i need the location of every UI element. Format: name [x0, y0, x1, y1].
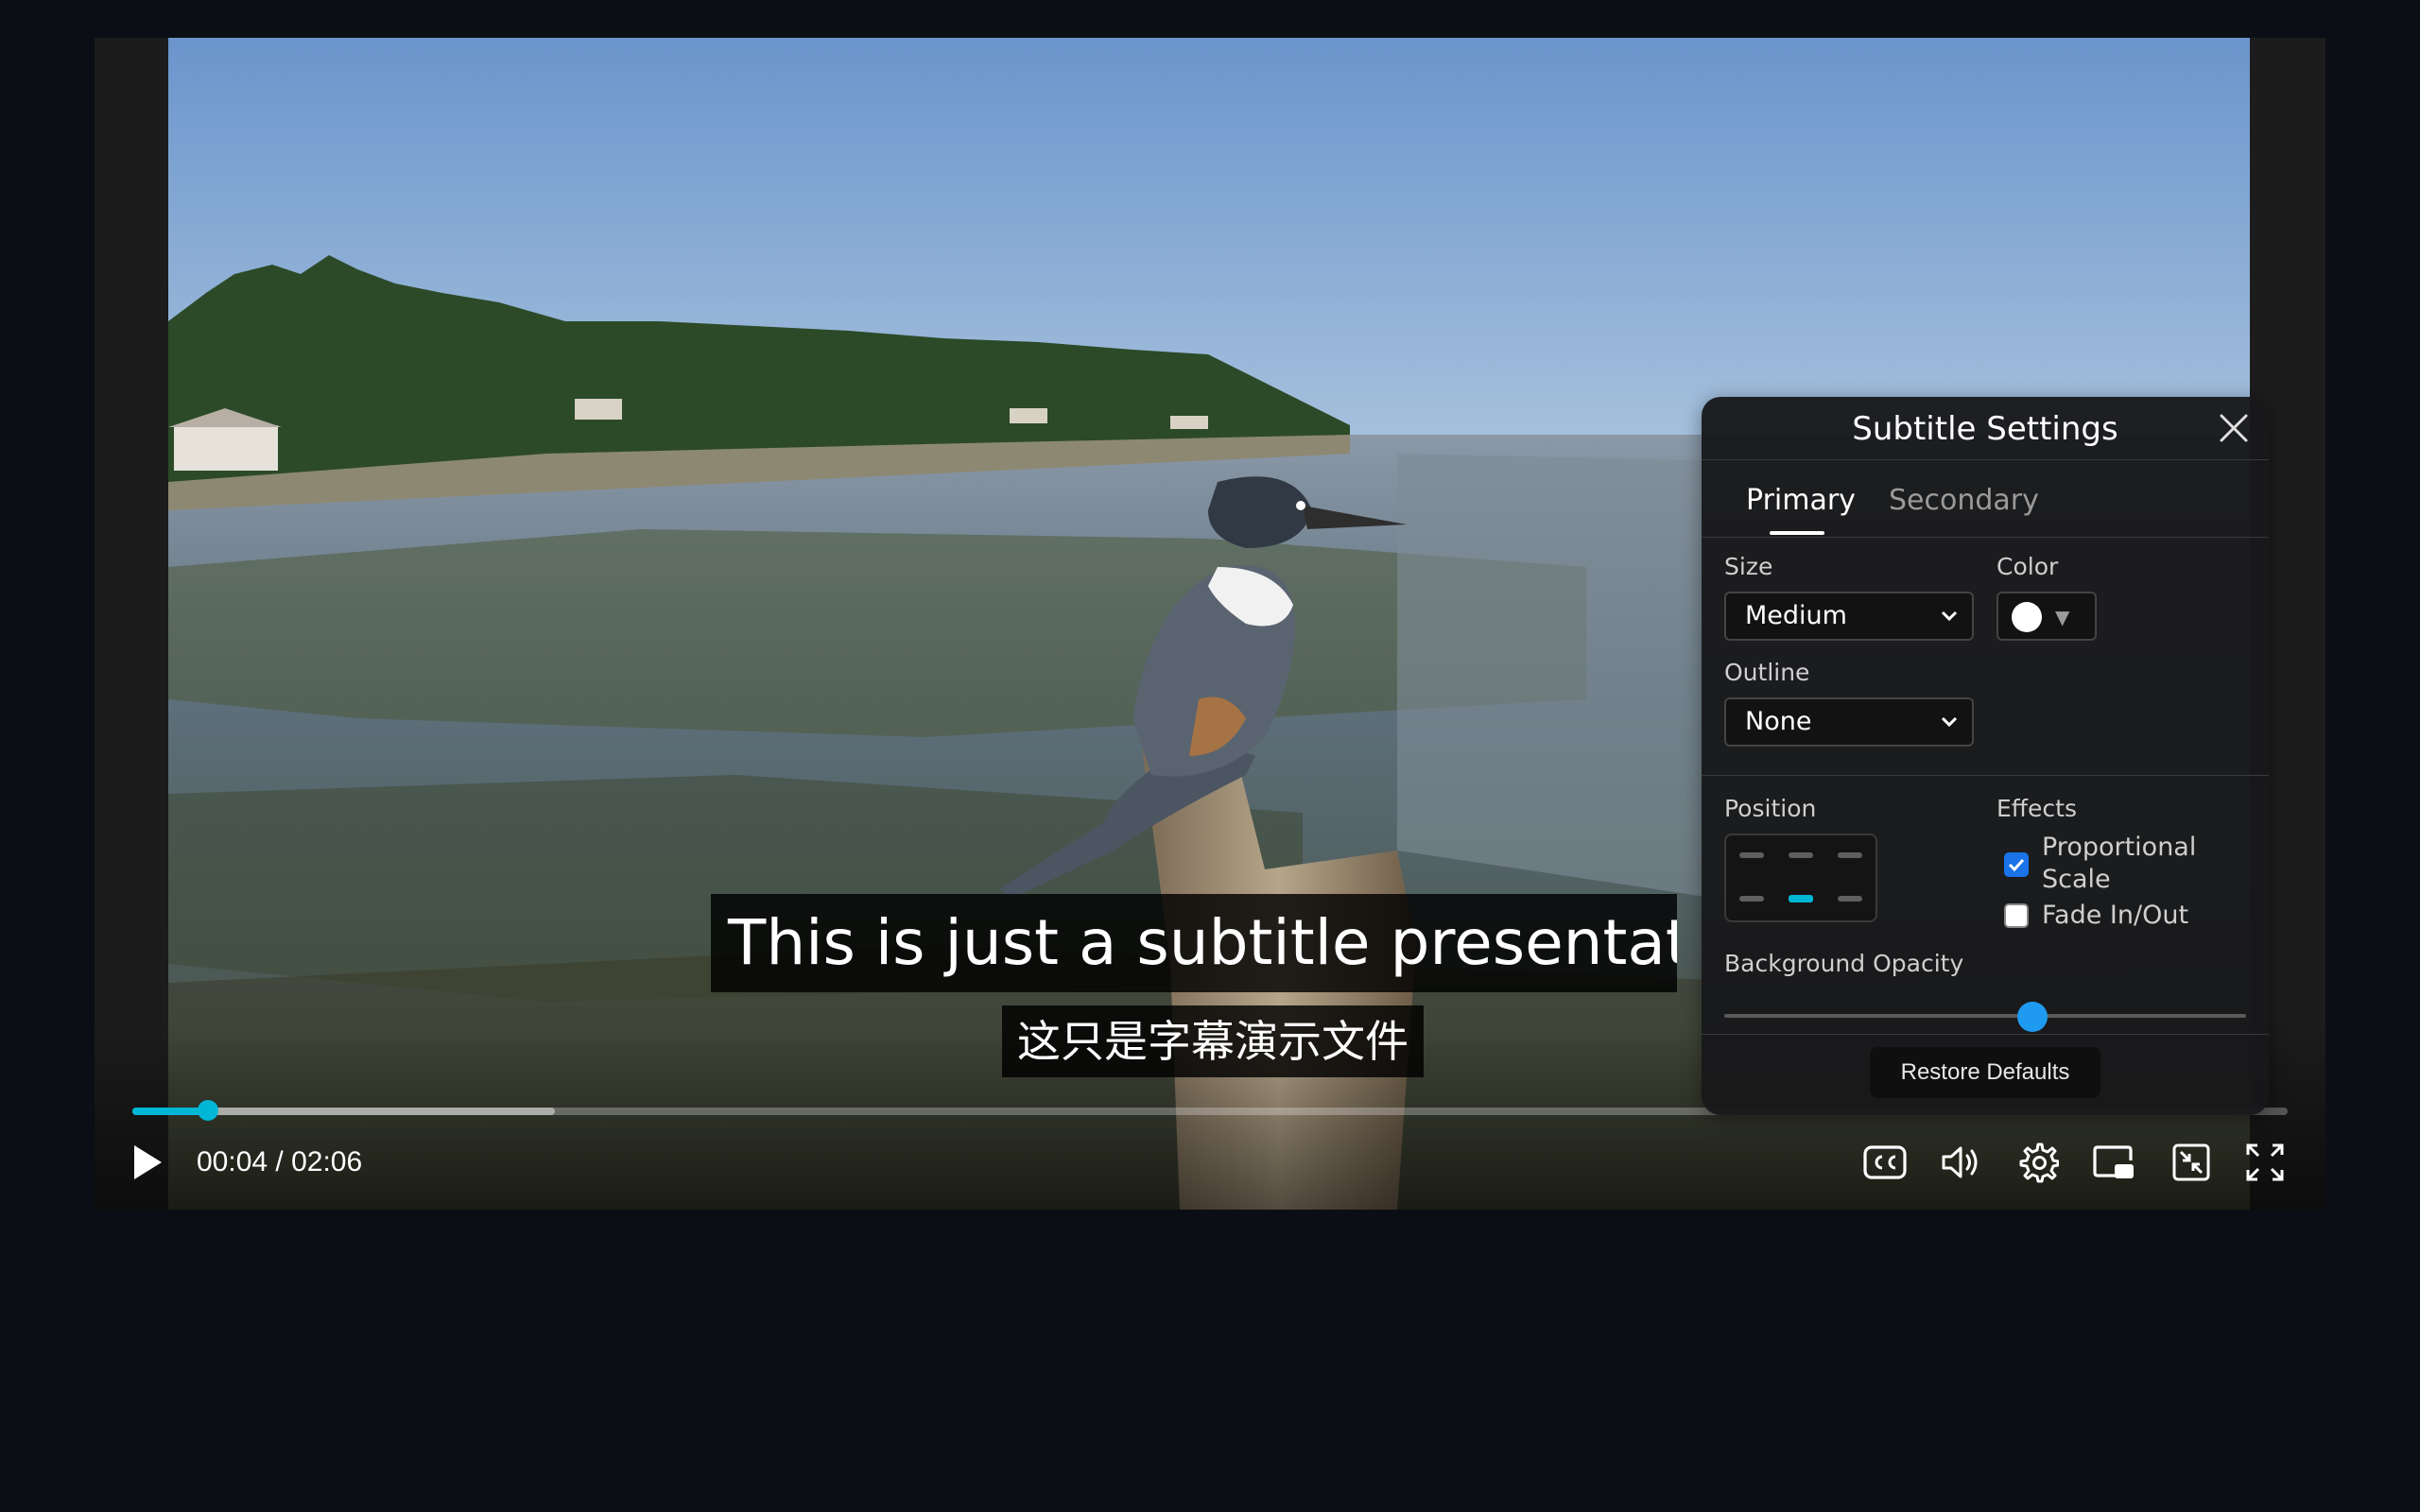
picture-in-picture-button[interactable]: [2087, 1134, 2140, 1191]
play-icon: [134, 1145, 162, 1179]
position-bottom-right[interactable]: [1838, 896, 1862, 902]
volume-icon: [1942, 1146, 1978, 1178]
panel-tabs: Primary Secondary: [1702, 459, 2269, 538]
checkmark-icon: [2008, 858, 2025, 872]
close-button[interactable]: [2212, 406, 2256, 450]
settings-button[interactable]: [2012, 1134, 2065, 1191]
fullscreen-button[interactable]: [2238, 1134, 2291, 1191]
panel-title: Subtitle Settings: [1852, 410, 2118, 448]
position-bottom-center[interactable]: [1789, 895, 1813, 902]
video-player[interactable]: This is just a subtitle presentat 这只是字幕演…: [95, 38, 2325, 1210]
active-tab-indicator: [1770, 531, 1824, 535]
opacity-slider-thumb[interactable]: [2016, 1002, 2048, 1032]
captions-button[interactable]: [1858, 1134, 1911, 1191]
panel-header: Subtitle Settings: [1702, 397, 2269, 460]
volume-button[interactable]: [1934, 1134, 1987, 1191]
caret-down-icon: ▼: [2055, 606, 2070, 628]
tab-secondary[interactable]: Secondary: [1889, 480, 2039, 522]
color-swatch: [2012, 602, 2042, 632]
fade-in-out-checkbox[interactable]: [2004, 903, 2029, 928]
outline-select-value: None: [1745, 707, 1812, 736]
chevron-down-icon: [1941, 716, 1958, 728]
fade-in-out-label: Fade In/Out: [2042, 901, 2189, 930]
position-top-left[interactable]: [1739, 852, 1764, 858]
position-top-center[interactable]: [1789, 852, 1813, 858]
close-icon: [2220, 414, 2248, 442]
shrink-window-button[interactable]: [2165, 1134, 2218, 1191]
proportional-scale-label: Proportional Scale: [2042, 833, 2197, 894]
section-divider: [1702, 775, 2269, 776]
settings-gear-icon: [2019, 1143, 2059, 1183]
picture-in-picture-icon: [2093, 1145, 2134, 1178]
subtitle-primary-text: This is just a subtitle presentat: [711, 894, 1677, 992]
effects-label: Effects: [1996, 795, 2077, 822]
outline-label: Outline: [1724, 659, 1810, 686]
position-label: Position: [1724, 795, 1817, 822]
play-button[interactable]: [121, 1134, 174, 1191]
subtitle-settings-panel: Subtitle Settings Primary Secondary Size…: [1702, 397, 2269, 1115]
progress-thumb[interactable]: [197, 1100, 218, 1121]
color-picker-button[interactable]: ▼: [1996, 592, 2097, 641]
outline-select[interactable]: None: [1724, 697, 1974, 747]
opacity-slider-track[interactable]: [1724, 1014, 2246, 1018]
time-display: 00:04 / 02:06: [197, 1146, 363, 1177]
shrink-window-icon: [2172, 1143, 2210, 1181]
color-label: Color: [1996, 553, 2059, 580]
size-label: Size: [1724, 553, 1773, 580]
background-opacity-label: Background Opacity: [1724, 950, 1964, 977]
position-top-right[interactable]: [1838, 852, 1862, 858]
closed-captions-icon: [1863, 1145, 1907, 1179]
position-grid: [1724, 833, 1877, 922]
restore-defaults-button[interactable]: Restore Defaults: [1870, 1047, 2100, 1098]
tab-primary[interactable]: Primary: [1746, 480, 1856, 522]
subtitle-secondary-text: 这只是字幕演示文件: [1002, 1005, 1424, 1077]
section-divider: [1702, 1034, 2269, 1035]
fullscreen-icon: [2246, 1143, 2284, 1181]
proportional-scale-checkbox[interactable]: [2004, 852, 2029, 877]
chevron-down-icon: [1941, 610, 1958, 622]
position-bottom-left[interactable]: [1739, 896, 1764, 902]
size-select[interactable]: Medium: [1724, 592, 1974, 641]
progress-played: [132, 1108, 208, 1115]
control-bar: 00:04 / 02:06: [95, 1134, 2325, 1194]
size-select-value: Medium: [1745, 601, 1847, 630]
